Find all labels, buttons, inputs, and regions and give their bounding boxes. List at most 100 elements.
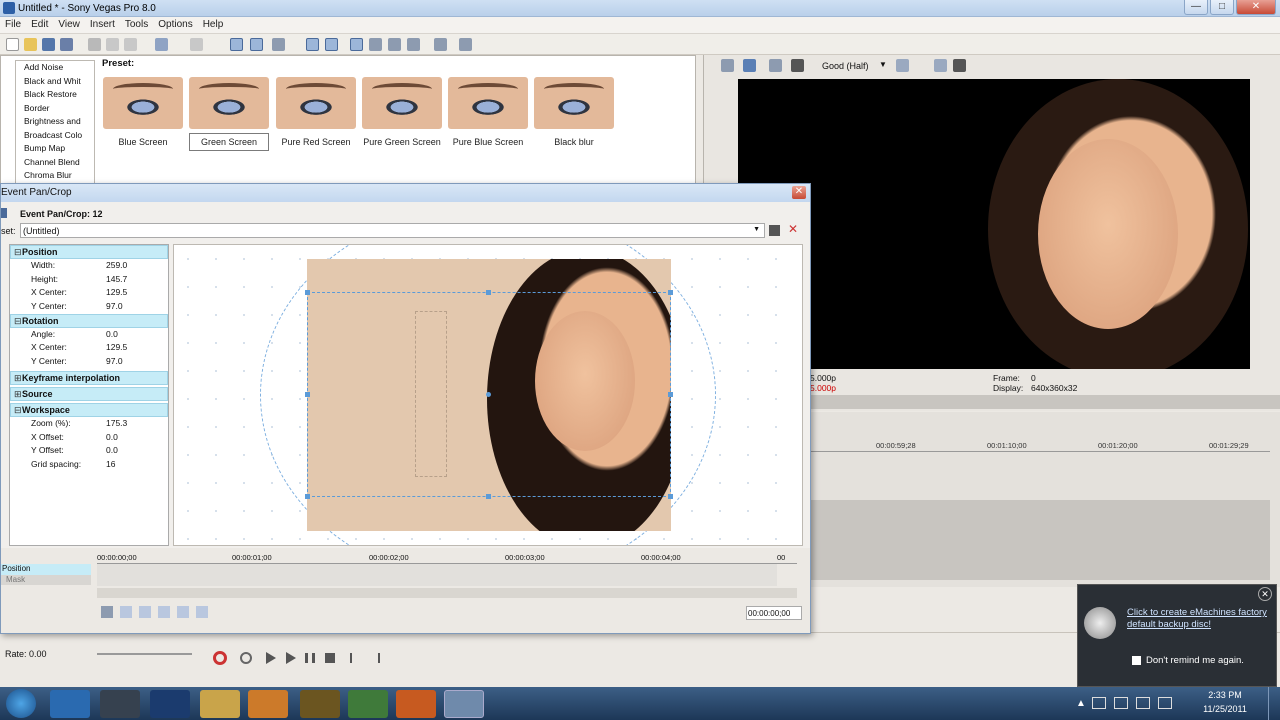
fx-item[interactable]: Border <box>16 102 94 116</box>
timeline-track[interactable] <box>810 500 1270 580</box>
property-value[interactable]: 97.0 <box>106 355 123 369</box>
fx-item[interactable]: Black and Whit <box>16 75 94 89</box>
pan-crop-workspace[interactable] <box>173 244 803 546</box>
section-keyframe-interpolation[interactable]: ⊞Keyframe interpolation <box>10 370 168 385</box>
copy-icon[interactable] <box>106 38 119 51</box>
preset-pure-red-screen[interactable]: Pure Red Screen <box>274 77 358 157</box>
property-row[interactable]: Y Offset: 0.0 <box>10 444 168 458</box>
menu-tools[interactable]: Tools <box>120 17 153 30</box>
save-preset-icon[interactable] <box>769 225 780 236</box>
action-center-icon[interactable] <box>1092 697 1106 709</box>
expand-icon[interactable]: ⊞ <box>14 372 22 385</box>
fx-item[interactable]: Bump Map <box>16 142 94 156</box>
fx-item[interactable]: Chroma Blur <box>16 169 94 183</box>
dont-remind-checkbox[interactable] <box>1132 656 1141 665</box>
lock-envelopes-icon[interactable] <box>306 38 319 51</box>
last-keyframe-icon[interactable] <box>196 606 208 618</box>
backup-disc-link[interactable]: Click to create eMachines factory defaul… <box>1127 607 1275 631</box>
property-row[interactable]: X Center: 129.5 <box>10 341 168 355</box>
next-keyframe-icon[interactable] <box>177 606 189 618</box>
property-row[interactable]: Width: 259.0 <box>10 259 168 273</box>
snap-icon[interactable] <box>230 38 243 51</box>
expand-icon[interactable]: ⊞ <box>14 388 22 401</box>
property-value[interactable]: 129.5 <box>106 286 127 300</box>
vegas-icon[interactable] <box>444 690 484 718</box>
render-icon[interactable] <box>60 38 73 51</box>
property-value[interactable]: 0.0 <box>106 431 118 445</box>
messenger-icon[interactable] <box>100 690 140 718</box>
chrome-icon[interactable] <box>348 690 388 718</box>
go-to-start-button[interactable] <box>350 653 360 663</box>
section-position[interactable]: ⊟Position <box>10 245 168 259</box>
volume-icon[interactable] <box>1158 697 1172 709</box>
previous-keyframe-icon[interactable] <box>139 606 151 618</box>
property-row[interactable]: X Offset: 0.0 <box>10 431 168 445</box>
dialog-close-button[interactable]: ✕ <box>792 186 806 199</box>
paste-icon[interactable] <box>124 38 137 51</box>
property-value[interactable]: 129.5 <box>106 341 127 355</box>
preset-pure-green-screen[interactable]: Pure Green Screen <box>360 77 444 157</box>
section-workspace[interactable]: ⊟Workspace <box>10 402 168 417</box>
delete-preset-icon[interactable]: ✕ <box>788 222 798 236</box>
track-position[interactable]: Position <box>1 564 91 575</box>
section-rotation[interactable]: ⊟Rotation <box>10 313 168 328</box>
property-value[interactable]: 145.7 <box>106 273 127 287</box>
split-screen-icon[interactable] <box>791 59 804 72</box>
loop-playback-button[interactable] <box>240 652 252 664</box>
play-button[interactable] <box>286 652 296 664</box>
menu-help[interactable]: Help <box>198 17 229 30</box>
property-value[interactable]: 97.0 <box>106 300 123 314</box>
property-value[interactable]: 175.3 <box>106 417 127 431</box>
start-button[interactable] <box>6 689 36 718</box>
internet-explorer-icon[interactable] <box>50 690 90 718</box>
preview-properties-icon[interactable] <box>721 59 734 72</box>
show-hidden-icons[interactable]: ▲ <box>1076 698 1086 709</box>
preview-scrollbar[interactable] <box>810 395 1280 409</box>
keyframe-ruler[interactable]: 00:00:00;00 00:00:01;00 00:00:02;00 00:0… <box>97 550 797 564</box>
redo-icon[interactable] <box>190 38 203 51</box>
media-player-icon[interactable] <box>248 690 288 718</box>
overlays-icon[interactable] <box>896 59 909 72</box>
firefox-icon[interactable] <box>396 690 436 718</box>
cut-icon[interactable] <box>88 38 101 51</box>
resize-handle[interactable] <box>486 290 491 295</box>
center-handle[interactable] <box>486 392 491 397</box>
menu-file[interactable]: File <box>0 17 26 30</box>
timeline-scrollbar[interactable] <box>97 588 797 598</box>
property-value[interactable]: 0.0 <box>106 444 118 458</box>
track-mask[interactable]: Mask <box>1 575 91 585</box>
property-value[interactable]: 259.0 <box>106 259 127 273</box>
power-icon[interactable] <box>1136 697 1150 709</box>
external-monitor-icon[interactable] <box>743 59 756 72</box>
preview-quality-select[interactable]: Good (Half) <box>822 61 869 71</box>
first-keyframe-icon[interactable] <box>120 606 132 618</box>
minimize-button[interactable]: — <box>1184 0 1208 15</box>
preview-fx-icon[interactable] <box>769 59 782 72</box>
menu-view[interactable]: View <box>53 17 85 30</box>
copy-snapshot-icon[interactable] <box>934 59 947 72</box>
collapse-icon[interactable]: ⊟ <box>14 246 22 259</box>
fx-item[interactable]: Black Restore <box>16 88 94 102</box>
resize-handle[interactable] <box>668 290 673 295</box>
clock-date[interactable]: 11/25/2011 <box>1200 704 1250 714</box>
online-help-icon[interactable] <box>459 38 472 51</box>
maximize-button[interactable]: □ <box>1210 0 1234 15</box>
ripple-icon[interactable] <box>272 38 285 51</box>
dialog-preset-select[interactable]: (Untitled) ▼ <box>20 223 765 238</box>
close-icon[interactable]: ✕ <box>1258 587 1272 601</box>
open-icon[interactable] <box>24 38 37 51</box>
fx-item[interactable]: Add Noise <box>16 61 94 75</box>
property-row[interactable]: Height: 145.7 <box>10 273 168 287</box>
properties-icon[interactable] <box>434 38 447 51</box>
undo-icon[interactable] <box>155 38 168 51</box>
property-row[interactable]: X Center: 129.5 <box>10 286 168 300</box>
record-button[interactable] <box>213 651 227 665</box>
preset-pure-blue-screen[interactable]: Pure Blue Screen <box>446 77 530 157</box>
envelope-tool-icon[interactable] <box>369 38 382 51</box>
property-value[interactable]: 16 <box>106 458 115 472</box>
fx-item[interactable]: Brightness and <box>16 115 94 129</box>
property-row[interactable]: Y Center: 97.0 <box>10 355 168 369</box>
new-icon[interactable] <box>6 38 19 51</box>
zoom-tool-icon[interactable] <box>407 38 420 51</box>
wow-icon[interactable] <box>300 690 340 718</box>
